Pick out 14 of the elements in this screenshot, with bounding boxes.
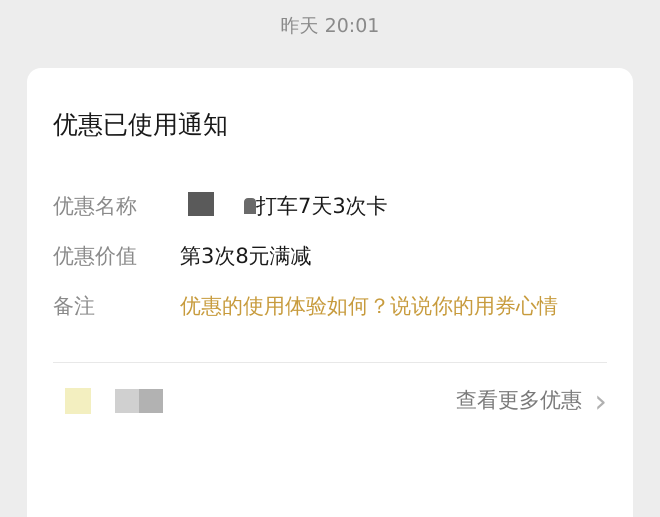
redaction-mark — [244, 198, 256, 214]
field-label: 优惠价值 — [53, 242, 138, 270]
field-value: 打车7天3次卡 — [256, 192, 388, 220]
field-value: 第3次8元满减 — [180, 242, 312, 270]
redaction-mark — [188, 192, 214, 216]
field-value: 优惠的使用体验如何？说说你的用券心情 — [180, 292, 558, 320]
blurred-name — [115, 388, 163, 412]
blurred-logo — [65, 388, 91, 414]
more-offers-link[interactable]: 查看更多优惠 — [456, 384, 582, 416]
field-label: 备注 — [53, 292, 96, 320]
timestamp: 昨天 20:01 — [280, 14, 380, 39]
card-title: 优惠已使用通知 — [53, 109, 229, 141]
field-label: 优惠名称 — [53, 192, 138, 220]
chevron-icon[interactable]: › — [594, 384, 607, 416]
